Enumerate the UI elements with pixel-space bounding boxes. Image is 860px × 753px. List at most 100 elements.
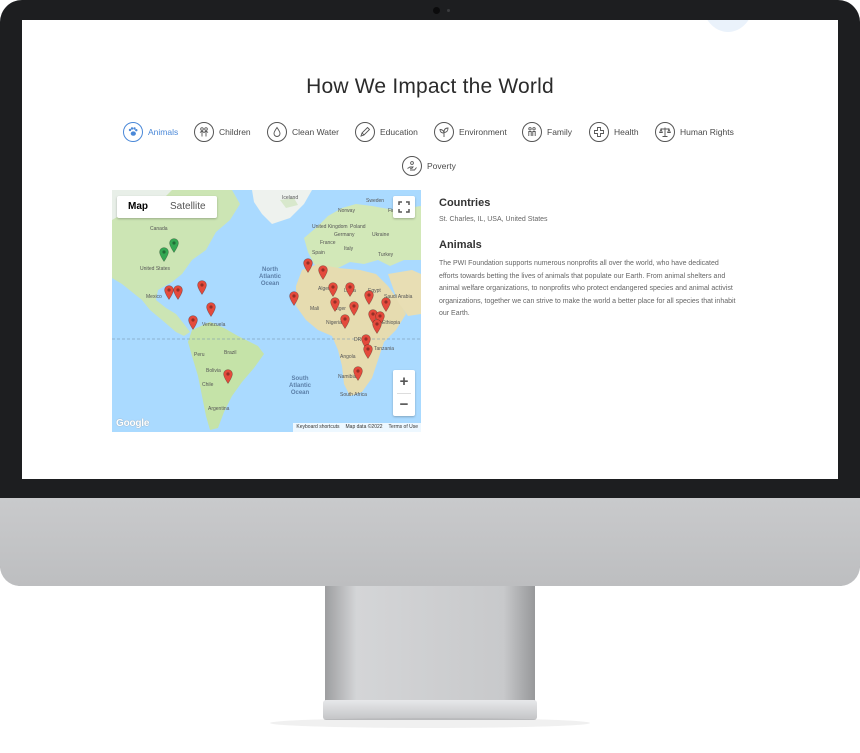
map-marker-icon[interactable] [206,302,216,318]
ocean-label: South Atlantic Ocean [288,376,311,396]
category-animals[interactable]: Animals [123,120,178,144]
map-marker-icon[interactable] [223,369,233,385]
map-marker-icon[interactable] [330,297,340,313]
fullscreen-icon [398,201,410,213]
keyboard-shortcuts-link[interactable]: Keyboard shortcuts [296,423,339,432]
monitor-stand [325,586,535,706]
map-marker-icon[interactable] [173,285,183,301]
map-marker-icon[interactable] [353,366,363,382]
category-environment[interactable]: Environment [434,120,507,144]
zoom-in-button[interactable]: + [393,370,415,393]
map-marker-icon[interactable] [364,290,374,306]
map-marker-icon[interactable] [381,297,391,313]
map-label: Canada [150,226,168,232]
category-label: Clean Water [292,127,339,137]
map-view[interactable]: Canada United States Mexico Venezuela Pe… [112,190,421,432]
category-children[interactable]: Children [194,120,251,144]
pencil-icon [355,122,375,142]
google-logo: Google [116,418,150,429]
leaf-icon [434,122,454,142]
camera-icon [433,7,440,14]
map-label: Spain [312,250,325,256]
map-marker-icon[interactable] [328,282,338,298]
category-heading: Animals [439,239,482,251]
map-label: Angola [340,354,356,360]
map-label: Tanzania [374,346,395,352]
map-label: Brazil [224,350,237,356]
decorative-circle [702,20,754,32]
map-marker-icon[interactable] [340,314,350,330]
map-label: Mexico [146,294,162,300]
category-description: The PWI Foundation supports numerous non… [439,260,736,318]
map-type-map-button[interactable]: Map [117,196,159,218]
map-label: Germany [334,232,355,238]
map-attribution: Keyboard shortcuts Map data ©2022 Terms … [293,423,421,432]
category-education[interactable]: Education [355,120,418,144]
category-label: Education [380,127,418,137]
ocean-label: North Atlantic Ocean [258,267,281,287]
category-clean-water[interactable]: Clean Water [267,120,339,144]
map-label: Ukraine [372,232,390,238]
map-marker-icon[interactable] [345,282,355,298]
category-label: Children [219,127,251,137]
medical-cross-icon [589,122,609,142]
countries-text: St. Charles, IL, USA, United States [439,216,548,223]
map-marker-icon[interactable] [188,315,198,331]
map-label: Sweden [366,198,385,204]
zoom-out-button[interactable]: − [393,393,415,416]
map-marker-icon[interactable] [318,265,328,281]
divider [397,393,411,394]
monitor-stand-foot [323,700,537,720]
map-label: Venezuela [202,322,226,328]
map-label: Iceland [282,195,299,201]
water-drop-icon [267,122,287,142]
map-label: Italy [344,246,354,252]
category-label: Environment [459,127,507,137]
map-marker-icon[interactable] [372,319,382,335]
map-marker-icon[interactable] [363,344,373,360]
map-marker-icon[interactable] [159,247,169,263]
hand-coin-icon [402,156,422,176]
category-label: Family [547,127,573,137]
map-marker-icon[interactable] [289,291,299,307]
category-label: Poverty [427,161,456,171]
map-label: South Africa [340,392,367,398]
category-poverty[interactable]: Poverty [402,154,456,178]
map-marker-icon[interactable] [349,301,359,317]
map-label: United Kingdom [312,224,348,230]
map-type-satellite-button[interactable]: Satellite [159,196,217,218]
map-marker-icon[interactable] [197,280,207,296]
map-marker-icon[interactable] [303,258,313,274]
map-label: Turkey [378,252,394,258]
category-family[interactable]: Family [522,120,572,144]
paw-icon [123,122,143,142]
map-label: Peru [194,352,205,358]
map-marker-icon[interactable] [169,238,179,254]
countries-heading: Countries [439,197,491,209]
map-data-text: Map data ©2022 [345,424,383,430]
map-label: Norway [338,208,355,214]
category-label: Animals [148,127,179,137]
map-label: United States [140,266,171,272]
screen: How We Impact the World Animals Children… [22,20,838,479]
map-label: France [320,240,336,246]
terms-of-use-link[interactable]: Terms of Use [389,423,418,432]
monitor-shadow [270,718,590,728]
fullscreen-button[interactable] [393,196,415,218]
family-icon [522,122,542,142]
map-label: Bolivia [206,368,221,374]
map-label: Chile [202,382,214,388]
category-label: Health [614,127,639,137]
category-label: Human Rights [680,127,734,137]
map-label: Mali [310,306,320,312]
category-health[interactable]: Health [589,120,639,144]
monitor-chin [0,498,860,586]
zoom-control: + − [393,370,415,416]
category-human-rights[interactable]: Human Rights [655,120,734,144]
page-title: How We Impact the World [306,75,554,98]
scales-icon [655,122,675,142]
map-label: Poland [350,224,366,230]
map-label: Argentina [208,406,230,412]
children-icon [194,122,214,142]
camera-sensor-icon [447,9,450,12]
